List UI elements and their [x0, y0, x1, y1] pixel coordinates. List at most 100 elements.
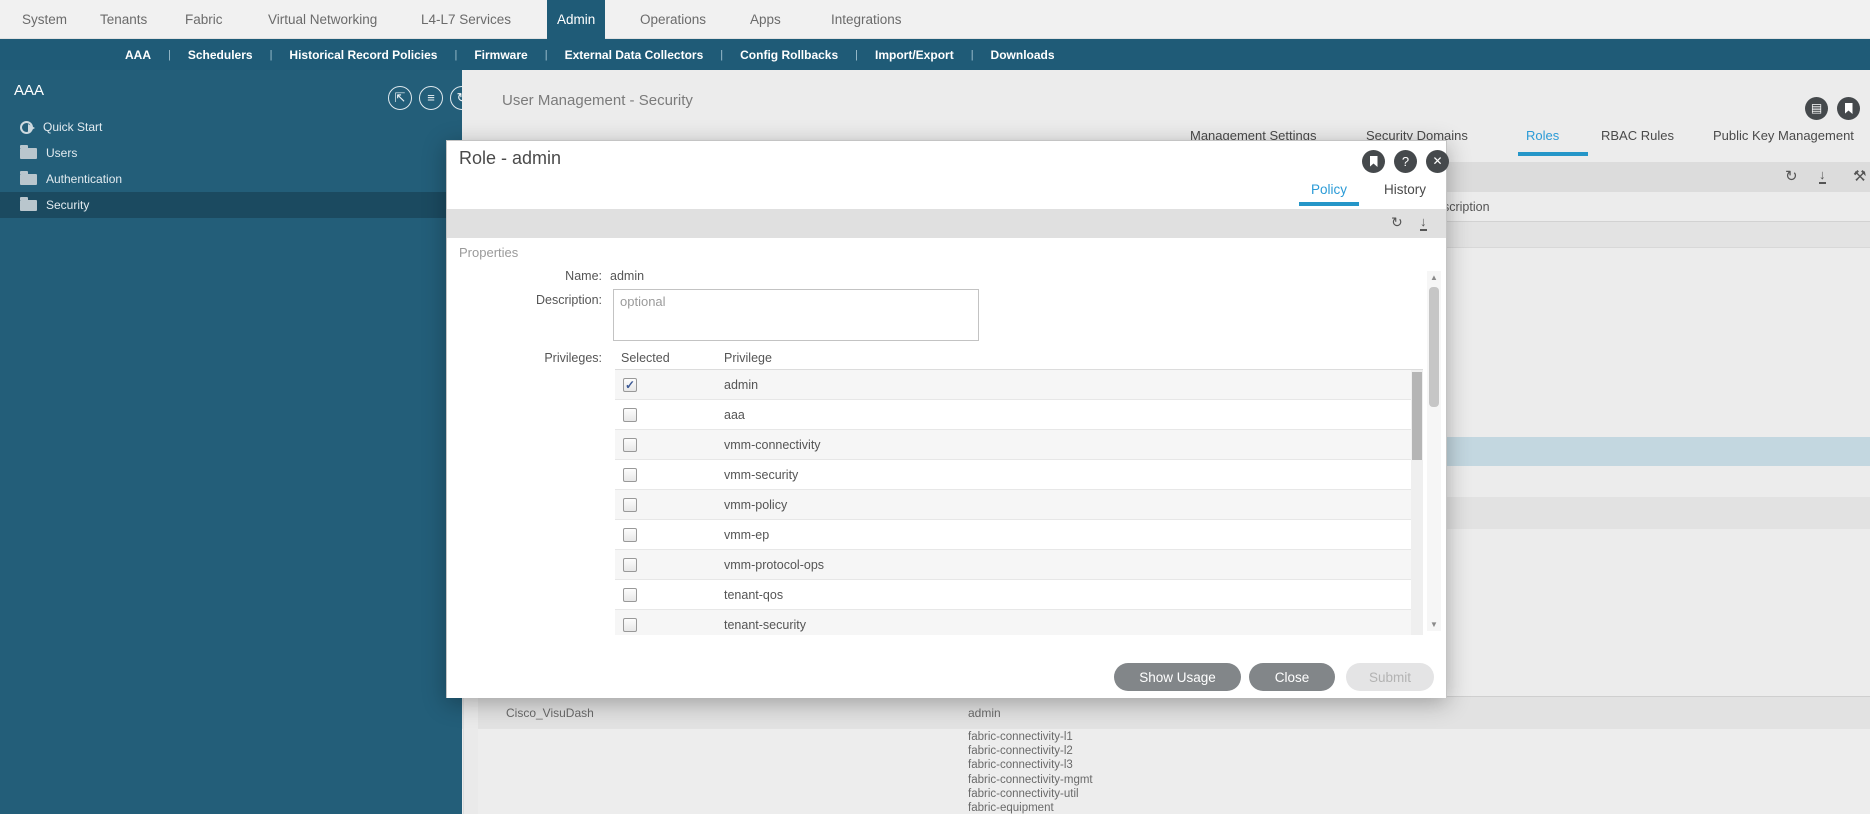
- privilege-row: ✓ admin: [615, 370, 1423, 400]
- privilege-label: vmm-protocol-ops: [724, 557, 825, 572]
- download-icon[interactable]: ↓: [1819, 166, 1826, 184]
- properties-heading: Properties: [459, 245, 519, 260]
- top-menubar: System Tenants Fabric Virtual Networking…: [0, 0, 1870, 39]
- submenu-downloads[interactable]: Downloads: [991, 48, 1055, 62]
- description-field[interactable]: [613, 289, 979, 341]
- sidebar-tree: Quick Start Users Authentication Securit…: [0, 114, 462, 218]
- privilege-label: vmm-connectivity: [724, 437, 821, 452]
- audit-log-icon[interactable]: ▤: [1805, 97, 1828, 120]
- tree-item-label: Quick Start: [43, 120, 103, 134]
- tree-options-icon[interactable]: ≡: [419, 86, 443, 110]
- tab-roles[interactable]: Roles: [1526, 128, 1559, 143]
- help-icon[interactable]: ?: [1394, 150, 1417, 173]
- submenu-historical-record-policies[interactable]: Historical Record Policies: [289, 48, 437, 62]
- refresh-icon[interactable]: ↻: [1391, 214, 1403, 231]
- show-usage-button[interactable]: Show Usage: [1114, 663, 1241, 691]
- sidebar-item-authentication[interactable]: Authentication: [0, 166, 462, 192]
- folder-icon: [20, 144, 37, 159]
- active-tab-underline: [1518, 152, 1588, 156]
- privilege-label: tenant-qos: [724, 587, 784, 602]
- privilege-row: ✓ vmm-protocol-ops: [615, 550, 1423, 580]
- download-icon[interactable]: ↓: [1420, 213, 1427, 231]
- bookmark-icon[interactable]: [1837, 97, 1860, 120]
- divider: |: [544, 48, 548, 61]
- tab-history[interactable]: History: [1384, 182, 1426, 197]
- menu-tenants[interactable]: Tenants: [90, 0, 157, 39]
- close-icon[interactable]: ✕: [1426, 150, 1449, 173]
- submit-button[interactable]: Submit: [1346, 663, 1434, 691]
- privilege-checkbox[interactable]: ✓: [623, 587, 637, 602]
- tree-item-label: Authentication: [46, 172, 123, 186]
- submenu-import-export[interactable]: Import/Export: [875, 48, 954, 62]
- menu-system[interactable]: System: [12, 0, 77, 39]
- close-button[interactable]: Close: [1249, 663, 1335, 691]
- privilege-row: ✓ aaa: [615, 400, 1423, 430]
- sidebar: AAA ⇱ ≡ ↻ Quick Start Users Authenticati…: [0, 70, 474, 814]
- tab-public-key-management[interactable]: Public Key Management: [1713, 128, 1854, 143]
- privilege-row: ✓ tenant-security: [615, 610, 1423, 635]
- sidebar-item-security[interactable]: Security: [0, 192, 462, 218]
- submenu-external-data-collectors[interactable]: External Data Collectors: [565, 48, 704, 62]
- name-label: Name:: [565, 269, 602, 283]
- tab-policy[interactable]: Policy: [1311, 182, 1347, 197]
- menu-integrations[interactable]: Integrations: [821, 0, 912, 39]
- dialog-scrollbar[interactable]: ▲ ▼: [1427, 271, 1441, 631]
- privilege-checkbox[interactable]: ✓: [623, 617, 637, 632]
- description-label: Description:: [536, 293, 602, 307]
- menu-fabric[interactable]: Fabric: [175, 0, 233, 39]
- folder-icon: [20, 196, 37, 211]
- bookmark-glyph: [1369, 156, 1378, 167]
- bookmark-icon[interactable]: [1362, 150, 1385, 173]
- privilege-checkbox[interactable]: ✓: [623, 557, 637, 572]
- refresh-icon[interactable]: ↻: [1785, 167, 1798, 185]
- menu-virtual-networking[interactable]: Virtual Networking: [258, 0, 387, 39]
- divider: |: [269, 48, 273, 61]
- bookmark-glyph: [1844, 103, 1853, 114]
- column-privilege: Privilege: [724, 351, 772, 365]
- collapse-tree-icon[interactable]: ⇱: [388, 86, 412, 110]
- submenu-firmware[interactable]: Firmware: [474, 48, 527, 62]
- privilege-checkbox[interactable]: ✓: [623, 497, 637, 512]
- privilege-checkbox[interactable]: ✓: [623, 437, 637, 452]
- privilege-label: tenant-security: [724, 617, 806, 632]
- table-row[interactable]: fabric-admin: [462, 729, 1870, 814]
- admin-submenu: AAA | Schedulers | Historical Record Polic…: [0, 39, 1870, 70]
- table-row[interactable]: Cisco_VisuDash admin: [462, 696, 1870, 729]
- privilege-label: admin: [724, 377, 759, 392]
- submenu-config-rollbacks[interactable]: Config Rollbacks: [740, 48, 838, 62]
- divider: |: [168, 48, 171, 61]
- role-name-cell: Cisco_VisuDash: [506, 706, 594, 720]
- privileges-scrollbar-thumb[interactable]: [1412, 372, 1422, 460]
- divider: |: [720, 48, 724, 61]
- scroll-down-icon[interactable]: ▼: [1427, 620, 1441, 629]
- privileges-label: Privileges:: [544, 351, 602, 365]
- role-dialog: Role - admin ? ✕ Policy History ↻ ↓ Prop…: [446, 140, 1449, 698]
- sidebar-item-users[interactable]: Users: [0, 140, 462, 166]
- dialog-scrollbar-thumb[interactable]: [1429, 287, 1439, 407]
- privilege-checkbox[interactable]: ✓: [623, 377, 637, 392]
- actions-icon[interactable]: ⚒: [1853, 167, 1866, 185]
- role-priv-list: fabric-connectivity-l1 fabric-connectivi…: [968, 731, 1093, 814]
- privilege-row: ✓ vmm-policy: [615, 490, 1423, 520]
- sidebar-title: AAA: [14, 82, 45, 99]
- menu-apps[interactable]: Apps: [740, 0, 791, 39]
- privileges-scrollbar[interactable]: [1411, 370, 1423, 635]
- privilege-checkbox[interactable]: ✓: [623, 407, 637, 422]
- privilege-checkbox[interactable]: ✓: [623, 467, 637, 482]
- active-tab-underline: [1299, 202, 1359, 206]
- submenu-aaa[interactable]: AAA: [125, 48, 151, 62]
- menu-admin[interactable]: Admin: [547, 0, 606, 39]
- scroll-up-icon[interactable]: ▲: [1427, 273, 1441, 282]
- privilege-row: ✓ vmm-connectivity: [615, 430, 1423, 460]
- sidebar-item-quick-start[interactable]: Quick Start: [0, 114, 462, 140]
- privilege-checkbox[interactable]: ✓: [623, 527, 637, 542]
- quick-start-icon: [20, 120, 35, 134]
- privilege-label: vmm-policy: [724, 497, 788, 512]
- privilege-row: ✓ vmm-security: [615, 460, 1423, 490]
- dialog-title: Role - admin: [459, 148, 562, 168]
- tree-item-label: Users: [46, 146, 78, 160]
- menu-l4-l7-services[interactable]: L4-L7 Services: [411, 0, 521, 39]
- menu-operations[interactable]: Operations: [630, 0, 716, 39]
- submenu-schedulers[interactable]: Schedulers: [188, 48, 253, 62]
- tab-rbac-rules[interactable]: RBAC Rules: [1601, 128, 1674, 143]
